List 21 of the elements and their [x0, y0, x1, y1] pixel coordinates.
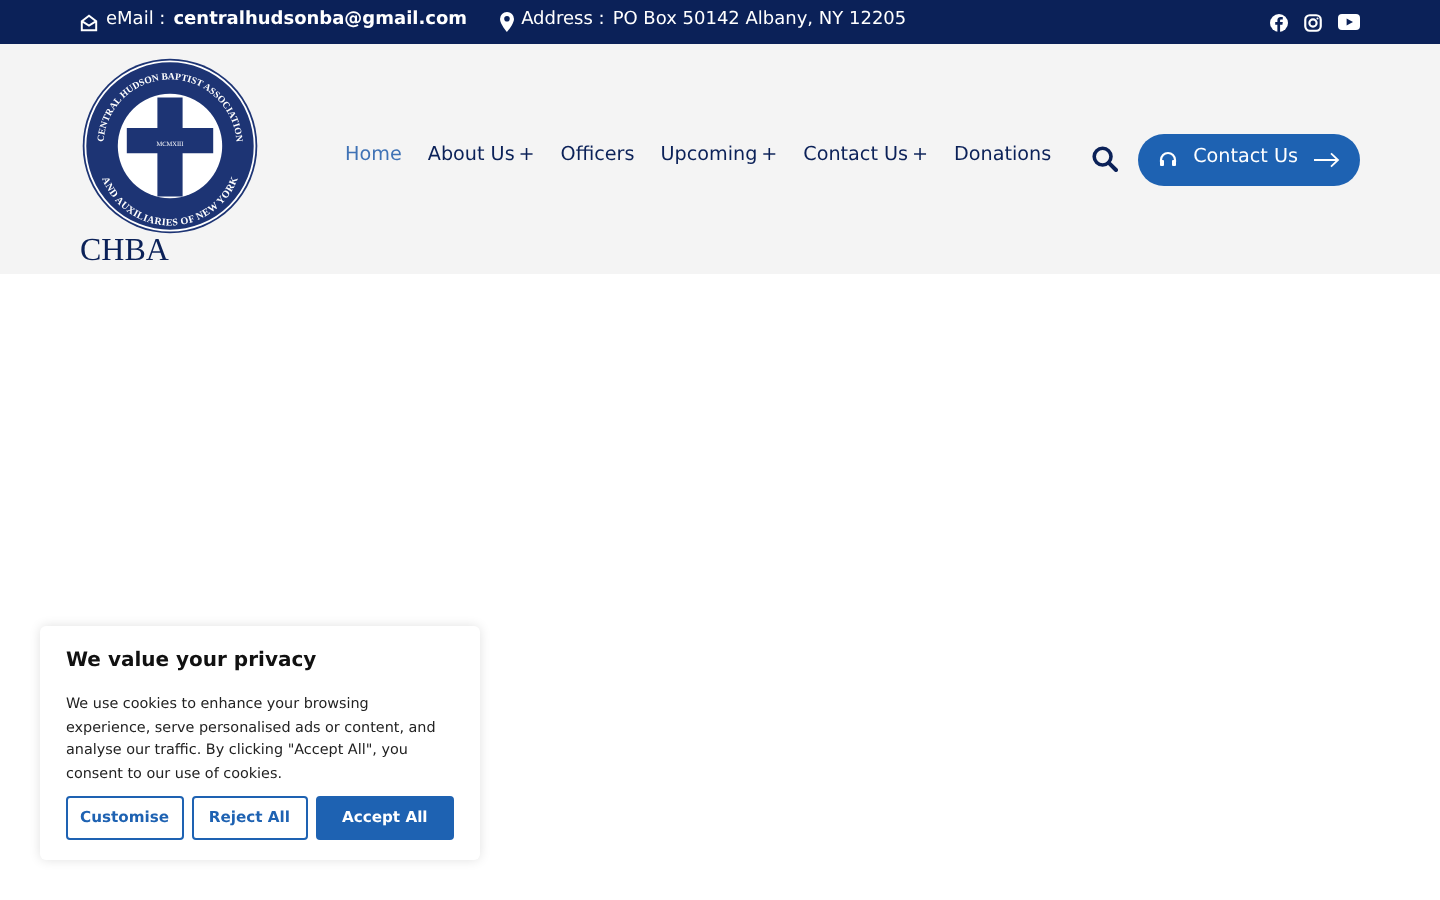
address-text: PO Box 50142 Albany, NY 12205	[612, 8, 907, 35]
arrow-icon	[1314, 151, 1340, 167]
nav-link[interactable]: Donations	[954, 142, 1052, 172]
headset-icon	[1157, 149, 1178, 169]
email-label: eMail :	[106, 8, 166, 35]
nav-link[interactable]: Officers	[560, 142, 635, 172]
map-pin-icon	[499, 12, 514, 32]
youtube-icon[interactable]	[1338, 14, 1360, 30]
nav-link[interactable]: Home	[345, 142, 402, 172]
facebook-icon[interactable]	[1270, 13, 1288, 31]
instagram-icon[interactable]	[1304, 13, 1322, 31]
nav-link[interactable]: Upcoming +	[660, 142, 778, 172]
envelope-icon	[80, 13, 98, 31]
nav-link[interactable]: Contact Us +	[803, 142, 928, 172]
cookie-title: We value your privacy	[66, 648, 319, 676]
logo-text: CHBA	[80, 235, 169, 267]
search-icon[interactable]	[1091, 146, 1118, 172]
email-link[interactable]: centralhudsonba@gmail.com	[173, 8, 468, 36]
contact-button[interactable]: Contact Us	[1137, 133, 1360, 185]
address-label: Address :	[521, 8, 605, 35]
nav-link[interactable]: About Us +	[427, 142, 535, 172]
